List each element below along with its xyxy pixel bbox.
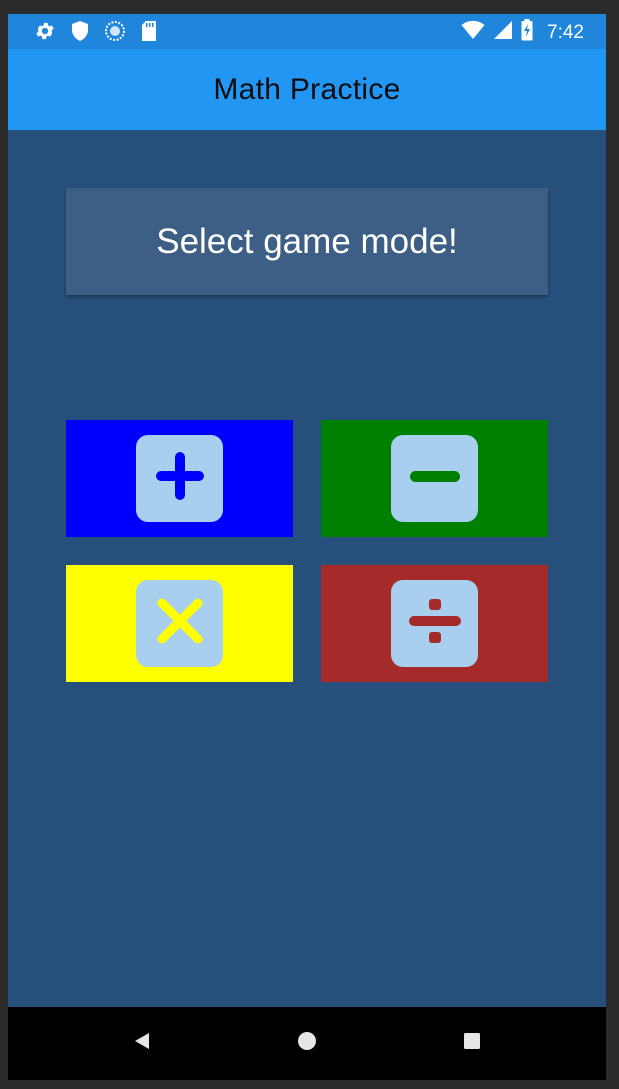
sync-circle-icon: [104, 20, 126, 47]
phone-screen: 7:42 Math Practice Select game mode!: [8, 14, 606, 1080]
status-left-icons: [34, 20, 158, 47]
subtraction-badge: [391, 435, 478, 522]
multiplication-badge: [136, 580, 223, 667]
select-mode-text: Select game mode!: [156, 221, 458, 261]
addition-mode-button[interactable]: [66, 420, 293, 537]
app-bar: Math Practice: [8, 49, 606, 130]
division-mode-button[interactable]: [321, 565, 548, 682]
home-button[interactable]: [295, 1031, 319, 1055]
addition-badge: [136, 435, 223, 522]
divide-icon: [407, 593, 463, 654]
status-right-icons: 7:42: [461, 19, 584, 46]
battery-charging-icon: [521, 19, 533, 46]
division-badge: [391, 580, 478, 667]
sd-card-icon: [140, 20, 158, 47]
plus-icon: [152, 448, 208, 509]
app-title: Math Practice: [213, 72, 401, 106]
subtraction-mode-button[interactable]: [321, 420, 548, 537]
multiplication-mode-button[interactable]: [66, 565, 293, 682]
wifi-icon: [461, 20, 485, 45]
back-icon: [132, 1031, 152, 1056]
minus-icon: [407, 448, 463, 509]
status-time: 7:42: [547, 21, 584, 43]
times-icon: [152, 593, 208, 654]
shield-icon: [70, 20, 90, 47]
home-icon: [297, 1031, 317, 1056]
select-mode-banner: Select game mode!: [66, 188, 548, 295]
navigation-bar: [8, 1007, 606, 1080]
back-button[interactable]: [130, 1031, 154, 1055]
settings-gear-icon: [34, 20, 56, 47]
recents-icon: [462, 1031, 482, 1056]
recents-button[interactable]: [460, 1031, 484, 1055]
status-bar: 7:42: [8, 14, 606, 49]
cell-signal-icon: [493, 20, 513, 45]
